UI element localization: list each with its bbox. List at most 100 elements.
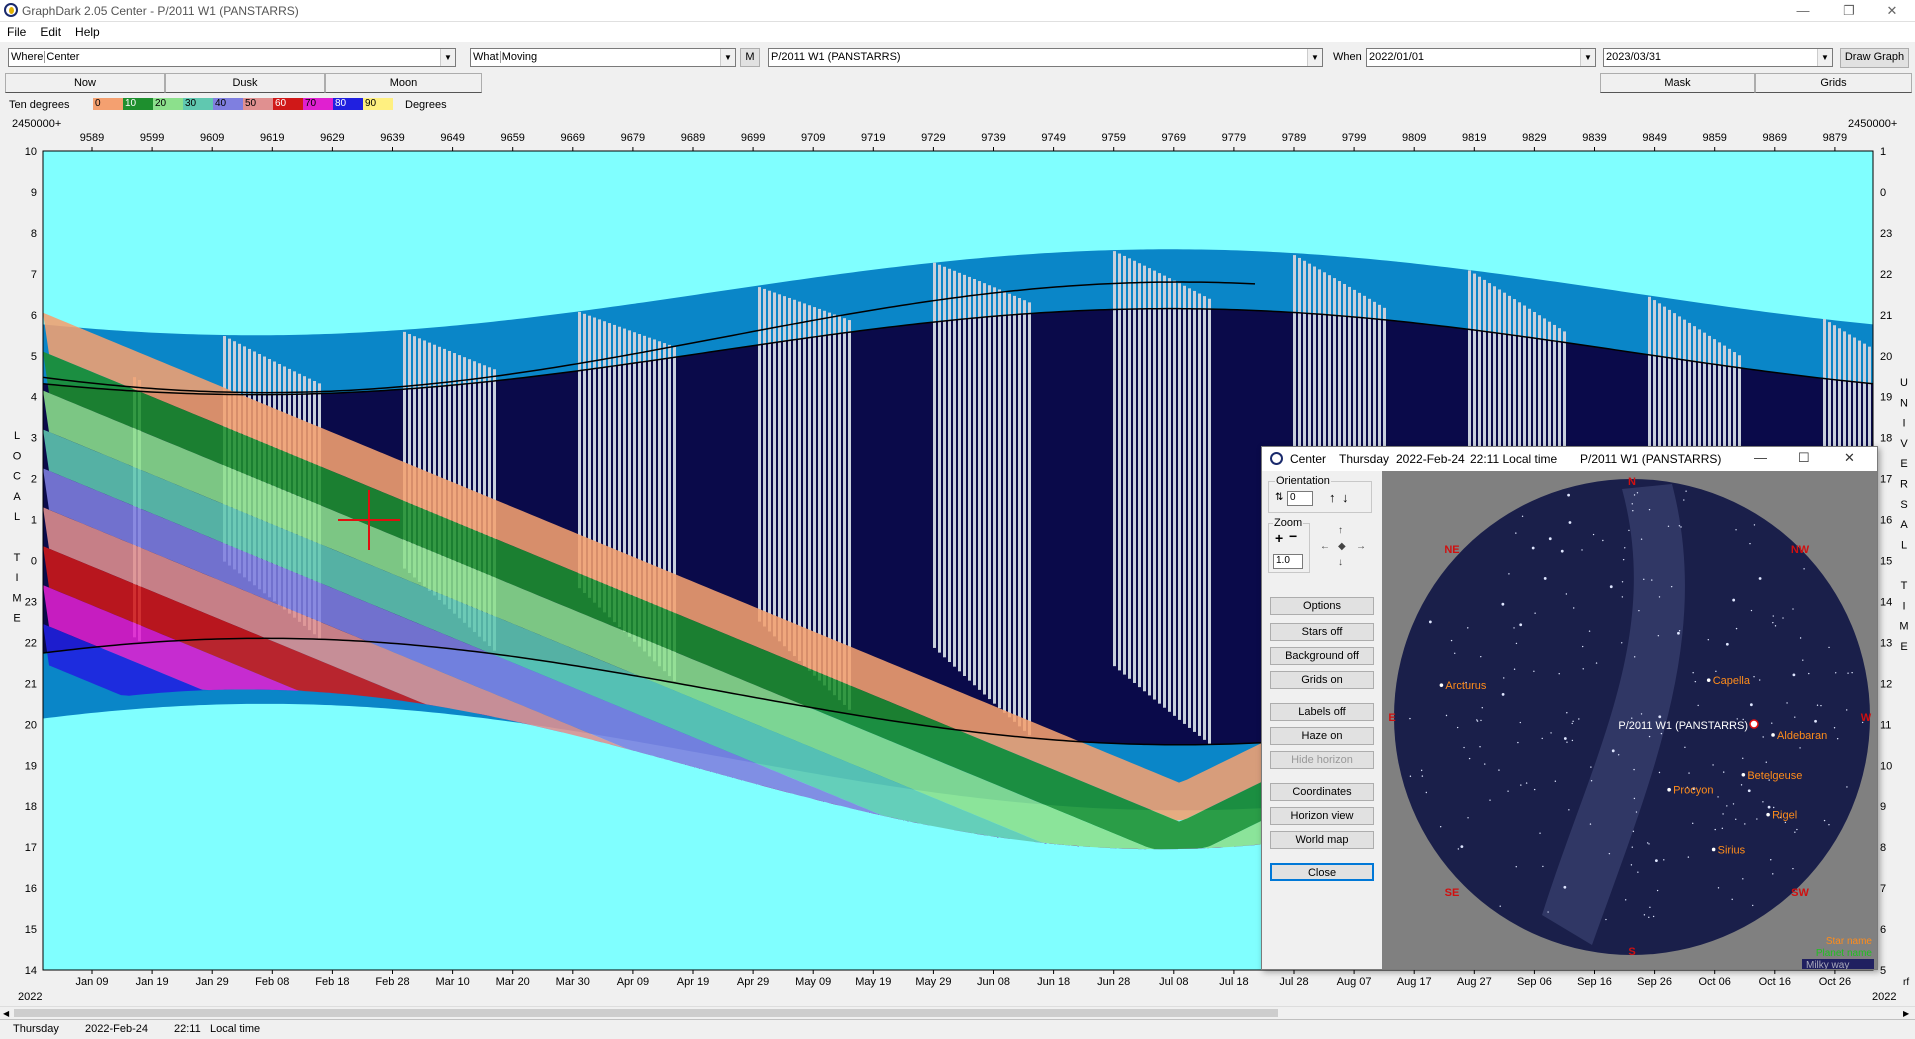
star-label: Betelgeuse xyxy=(1747,770,1802,782)
star-dot xyxy=(1654,859,1658,863)
minimize-icon[interactable]: — xyxy=(1754,450,1767,465)
chevron-down-icon[interactable]: ▼ xyxy=(1580,49,1595,66)
star-dot xyxy=(1558,672,1560,675)
date-tick-label: Jul 18 xyxy=(1219,976,1248,988)
star-dot xyxy=(1513,668,1516,670)
star-dot xyxy=(1582,668,1584,670)
star-dot xyxy=(1765,761,1767,763)
star-dot xyxy=(1566,741,1568,743)
star-dot xyxy=(1550,732,1552,734)
chevron-down-icon[interactable]: ▼ xyxy=(440,49,455,66)
close-button[interactable]: Close xyxy=(1270,863,1374,881)
coordinates-button[interactable]: Coordinates xyxy=(1270,783,1374,801)
end-date-combo[interactable]: 2023/03/31 ▼ xyxy=(1603,48,1833,67)
star-dot xyxy=(1796,828,1798,831)
star-dot xyxy=(1680,526,1682,528)
chevron-down-icon[interactable]: ▼ xyxy=(720,49,735,66)
star-dot xyxy=(1770,859,1772,861)
date-tick-label: Jan 19 xyxy=(136,976,169,988)
rotate-icon[interactable]: ⇅ xyxy=(1275,492,1283,503)
background-off-button[interactable]: Background off xyxy=(1270,647,1374,665)
star-dot xyxy=(1685,490,1687,492)
jd-tick-label: 9669 xyxy=(561,132,585,144)
maximize-icon[interactable]: ☐ xyxy=(1798,450,1810,466)
star-dot xyxy=(1501,602,1505,606)
date-tick-label: Jun 28 xyxy=(1097,976,1130,988)
star-dot xyxy=(1425,791,1428,794)
labels-off-button[interactable]: Labels off xyxy=(1270,703,1374,721)
jd-prefix-left: 2450000+ xyxy=(12,118,61,130)
arrow-up-icon[interactable]: ↑ xyxy=(1329,490,1336,505)
m-button[interactable]: M xyxy=(740,48,760,67)
star-dot xyxy=(1648,916,1650,919)
scroll-left-icon[interactable]: ◀ xyxy=(3,1009,9,1018)
star-dot xyxy=(1803,568,1805,570)
menu-help[interactable]: Help xyxy=(68,22,107,42)
minimize-icon[interactable]: — xyxy=(1780,0,1826,22)
stars-off-button[interactable]: Stars off xyxy=(1270,623,1374,641)
pan-control[interactable]: ↑ ← ◆ → ↓ xyxy=(1318,525,1366,573)
sky-chart[interactable]: N NE NW E W SE SW S Arcturus Capella Aldebaran Bete… xyxy=(1382,471,1877,971)
star-dot xyxy=(1568,521,1572,524)
draw-graph-button[interactable]: Draw Graph xyxy=(1840,48,1909,68)
star-dot xyxy=(1515,532,1517,534)
star-dot xyxy=(1621,581,1624,583)
menu-file[interactable]: File xyxy=(0,22,33,42)
sky-map[interactable]: N NE NW E W SE SW S Arcturus Capella Aldebaran Bete… xyxy=(1382,471,1877,971)
moon-button[interactable]: Moon xyxy=(325,73,482,93)
sky-view-window[interactable]: Center Thursday 2022-Feb-24 22:11 Local … xyxy=(1261,446,1878,971)
haze-on-button[interactable]: Haze on xyxy=(1270,727,1374,745)
chevron-down-icon[interactable]: ▼ xyxy=(1307,49,1322,66)
star-dot xyxy=(1753,524,1756,526)
start-date-combo[interactable]: 2022/01/01 ▼ xyxy=(1366,48,1596,67)
world-map-button[interactable]: World map xyxy=(1270,831,1374,849)
grids-on-button[interactable]: Grids on xyxy=(1270,671,1374,689)
pan-right-icon[interactable]: → xyxy=(1356,541,1366,552)
pan-up-icon[interactable]: ↑ xyxy=(1338,525,1343,536)
star-dot xyxy=(1631,717,1633,719)
star-dot xyxy=(1772,873,1774,875)
pan-down-icon[interactable]: ↓ xyxy=(1338,557,1343,568)
horizon-view-button[interactable]: Horizon view xyxy=(1270,807,1374,825)
where-combo[interactable]: Where Center ▼ xyxy=(8,48,456,67)
horizontal-scrollbar[interactable]: ◀ ▶ xyxy=(0,1006,1915,1018)
sky-window-titlebar[interactable]: Center Thursday 2022-Feb-24 22:11 Local … xyxy=(1262,447,1877,471)
star-dot xyxy=(1554,780,1557,782)
mask-button[interactable]: Mask xyxy=(1600,73,1755,93)
compass-nw: NW xyxy=(1791,544,1810,556)
scroll-thumb[interactable] xyxy=(14,1009,1278,1017)
what-combo[interactable]: What Moving ▼ xyxy=(470,48,736,67)
object-combo[interactable]: P/2011 W1 (PANSTARRS) ▼ xyxy=(768,48,1323,67)
dusk-button[interactable]: Dusk xyxy=(165,73,325,93)
chevron-down-icon[interactable]: ▼ xyxy=(1817,49,1832,66)
star-dot xyxy=(1648,508,1651,511)
now-button[interactable]: Now xyxy=(5,73,165,93)
close-icon[interactable]: ✕ xyxy=(1869,0,1915,22)
restore-icon[interactable]: ❐ xyxy=(1826,0,1872,22)
zoom-input[interactable]: 1.0 xyxy=(1273,554,1303,569)
year-left: 2022 xyxy=(18,991,42,1003)
pan-center-icon[interactable]: ◆ xyxy=(1338,541,1346,552)
pan-left-icon[interactable]: ← xyxy=(1320,541,1330,552)
star-dot xyxy=(1643,578,1645,581)
star-dot xyxy=(1683,499,1685,501)
target-marker[interactable] xyxy=(1749,719,1759,729)
arrow-down-icon[interactable]: ↓ xyxy=(1342,490,1349,505)
menu-edit[interactable]: Edit xyxy=(33,22,68,42)
star-label: Sirius xyxy=(1718,844,1746,856)
orientation-input[interactable]: 0 xyxy=(1287,491,1313,506)
zoom-out-icon[interactable]: − xyxy=(1289,528,1297,544)
scroll-right-icon[interactable]: ▶ xyxy=(1903,1009,1909,1018)
local-hour-label: 4 xyxy=(31,392,37,404)
star-dot xyxy=(1480,655,1482,658)
hide-horizon-button[interactable]: Hide horizon xyxy=(1270,751,1374,769)
options-button[interactable]: Options xyxy=(1270,597,1374,615)
star-marker xyxy=(1771,733,1775,737)
close-icon[interactable]: ✕ xyxy=(1844,450,1855,466)
grids-button[interactable]: Grids xyxy=(1755,73,1912,93)
star-dot xyxy=(1515,866,1517,868)
star-dot xyxy=(1688,772,1690,774)
star-dot xyxy=(1749,542,1751,545)
sky-title-time: 22:11 Local time xyxy=(1470,452,1558,466)
zoom-in-icon[interactable]: + xyxy=(1275,530,1283,546)
